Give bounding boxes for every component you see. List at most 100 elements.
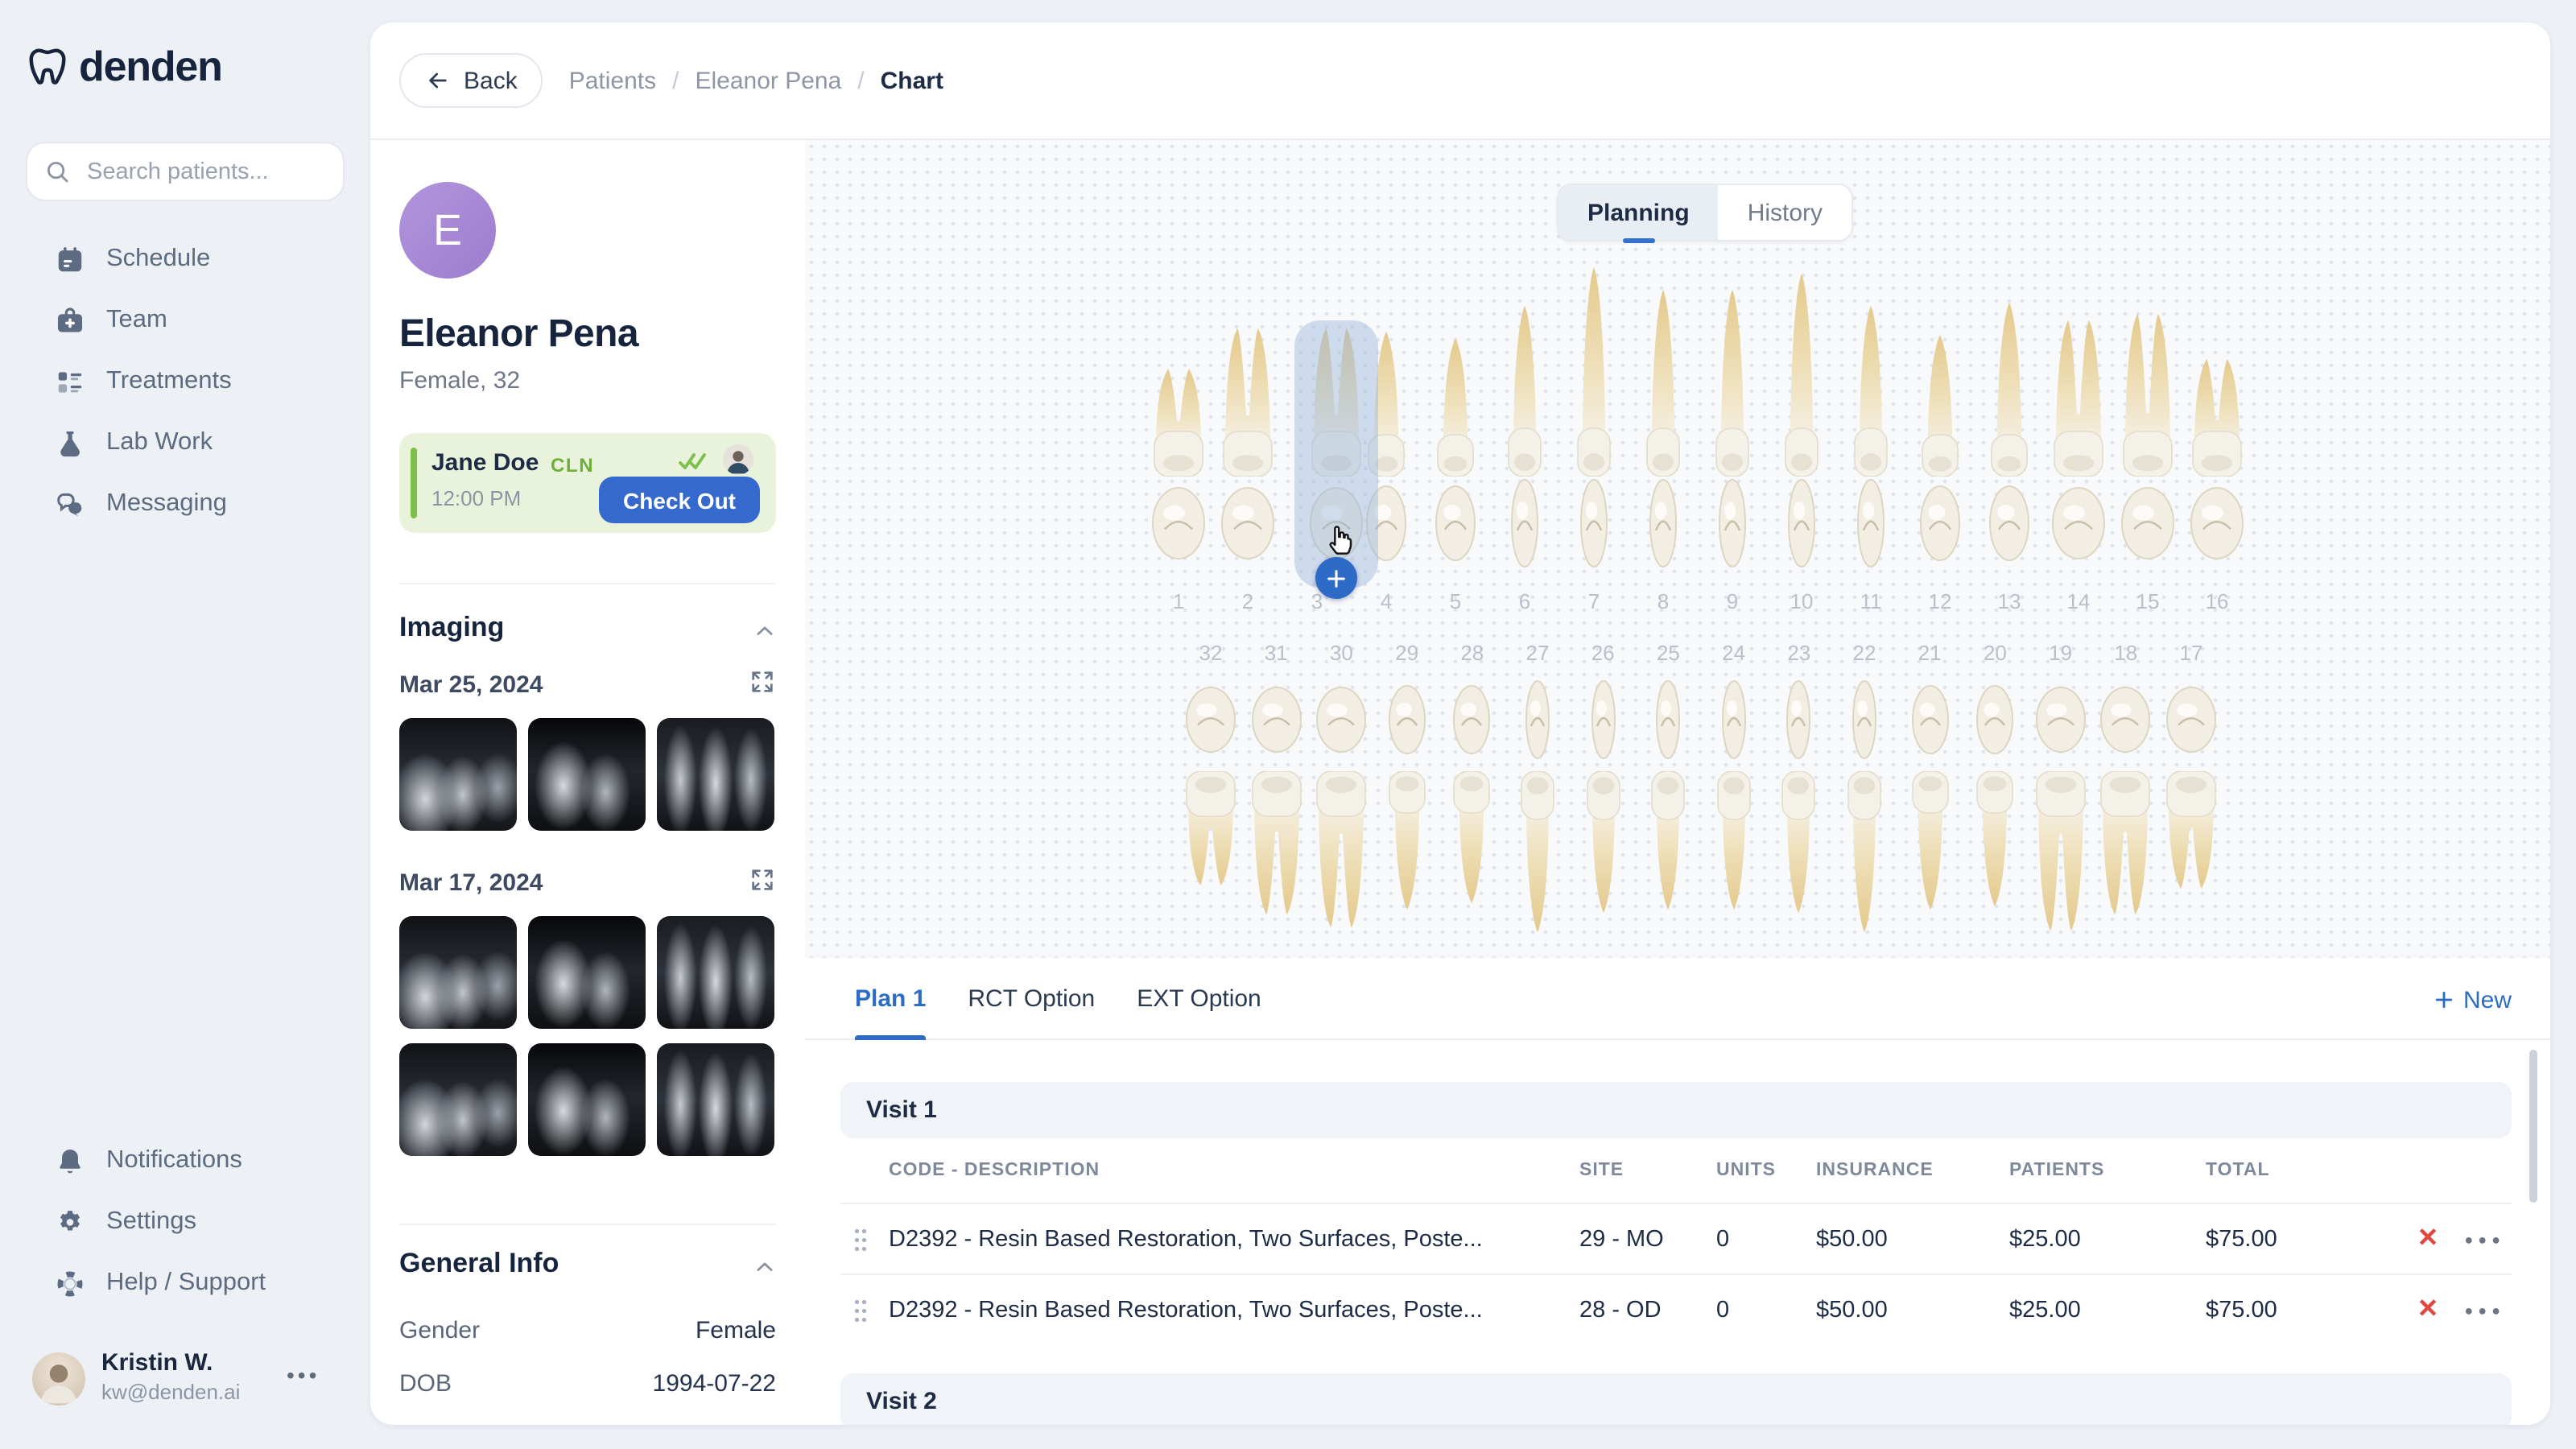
xray-thumbnail[interactable] — [528, 1043, 646, 1156]
appointment-card[interactable]: Jane Doe CLN 12:00 PM Check Out — [399, 433, 776, 533]
visit-header[interactable]: Visit 2 — [840, 1373, 2512, 1425]
tooth-9[interactable] — [1715, 287, 1750, 485]
tooth-13-occlusal[interactable] — [1988, 485, 2030, 570]
tooth-21[interactable] — [1910, 771, 1949, 921]
chart-tab-planning[interactable]: Planning — [1558, 185, 1719, 240]
plan-tab-ext-option[interactable]: EXT Option — [1137, 957, 1261, 1039]
add-procedure-button[interactable] — [1315, 557, 1357, 599]
tooth-11-occlusal[interactable] — [1856, 478, 1885, 576]
chart-tab-history[interactable]: History — [1719, 185, 1852, 240]
tooth-8[interactable] — [1645, 287, 1681, 485]
xray-thumbnail[interactable] — [657, 1043, 774, 1156]
breadcrumb-item[interactable]: Patients — [569, 67, 656, 94]
tooth-30[interactable] — [1315, 771, 1367, 940]
tooth-27[interactable] — [1520, 771, 1555, 943]
tooth-16-occlusal[interactable] — [2190, 486, 2244, 568]
tooth-20-occlusal[interactable] — [1975, 684, 2014, 763]
tooth-2[interactable] — [1222, 324, 1274, 485]
sidebar-item-help-support[interactable]: Help / Support — [0, 1253, 370, 1314]
tooth-29[interactable] — [1388, 771, 1426, 921]
tooth-31[interactable] — [1250, 771, 1302, 927]
sidebar-item-settings[interactable]: Settings — [0, 1191, 370, 1253]
tooth-10-occlusal[interactable] — [1787, 478, 1816, 576]
tooth-26[interactable] — [1585, 771, 1620, 924]
search-input[interactable] — [84, 157, 327, 186]
tooth-18[interactable] — [2100, 771, 2152, 927]
breadcrumb-item[interactable]: Eleanor Pena — [695, 67, 841, 94]
sidebar-item-schedule[interactable]: Schedule — [0, 229, 370, 290]
check-out-button[interactable]: Check Out — [599, 477, 760, 523]
new-plan-button[interactable]: New — [2433, 979, 2512, 1021]
tooth-5[interactable] — [1436, 335, 1475, 485]
tooth-23[interactable] — [1781, 771, 1817, 924]
visit-header[interactable]: Visit 1 — [840, 1082, 2512, 1138]
tooth-1-occlusal[interactable] — [1151, 486, 1206, 568]
tooth-6-occlusal[interactable] — [1510, 478, 1539, 576]
tooth-2-occlusal[interactable] — [1220, 486, 1275, 568]
xray-thumbnail[interactable] — [399, 916, 517, 1029]
xray-thumbnail[interactable] — [528, 718, 646, 831]
general-info-collapse-chevron-icon[interactable] — [753, 1256, 776, 1278]
tooth-25-occlusal[interactable] — [1655, 679, 1681, 768]
expand-icon[interactable] — [749, 668, 776, 696]
tooth-13[interactable] — [1990, 299, 2029, 485]
plan-tab-rct-option[interactable]: RCT Option — [968, 957, 1095, 1039]
tooth-22-occlusal[interactable] — [1852, 679, 1877, 768]
tooth-6[interactable] — [1507, 303, 1542, 485]
tooth-31-occlusal[interactable] — [1250, 686, 1302, 762]
tooth-12[interactable] — [1921, 332, 1959, 485]
sidebar-item-team[interactable]: Team — [0, 290, 370, 351]
tooth-14[interactable] — [2053, 316, 2104, 485]
tooth-19-occlusal[interactable] — [2035, 686, 2087, 762]
sidebar-item-treatments[interactable]: Treatments — [0, 351, 370, 412]
tooth-16[interactable] — [2191, 354, 2243, 485]
tooth-14-occlusal[interactable] — [2051, 486, 2106, 568]
sidebar-item-messaging[interactable]: Messaging — [0, 473, 370, 535]
tooth-23-occlusal[interactable] — [1786, 679, 1812, 768]
delete-row-icon[interactable]: ✕ — [2417, 1297, 2439, 1323]
tooth-28-occlusal[interactable] — [1453, 684, 1492, 763]
drag-handle-icon[interactable] — [853, 1298, 868, 1322]
tooth-29-occlusal[interactable] — [1388, 684, 1426, 763]
user-menu-dots[interactable]: ••• — [287, 1362, 320, 1388]
patient-search[interactable] — [26, 142, 345, 201]
xray-thumbnail[interactable] — [657, 916, 774, 1029]
delete-row-icon[interactable]: ✕ — [2417, 1226, 2439, 1252]
tooth-12-occlusal[interactable] — [1919, 485, 1961, 570]
xray-thumbnail[interactable] — [528, 916, 646, 1029]
tooth-19[interactable] — [2035, 771, 2087, 943]
row-menu-dots[interactable]: ●●● — [2464, 1231, 2505, 1247]
tooth-17[interactable] — [2165, 771, 2217, 902]
user-card[interactable]: Kristin W. kw@denden.ai ••• — [0, 1346, 370, 1423]
tooth-21-occlusal[interactable] — [1910, 684, 1949, 763]
tooth-22[interactable] — [1847, 771, 1882, 943]
sidebar-item-lab-work[interactable]: Lab Work — [0, 412, 370, 473]
tooth-15-occlusal[interactable] — [2120, 486, 2175, 568]
tooth-26-occlusal[interactable] — [1590, 679, 1616, 768]
tooth-20[interactable] — [1975, 771, 2014, 918]
expand-icon[interactable] — [749, 866, 776, 894]
tooth-28[interactable] — [1453, 771, 1492, 914]
back-button[interactable]: Back — [399, 53, 543, 108]
xray-thumbnail[interactable] — [399, 718, 517, 831]
xray-thumbnail[interactable] — [399, 1043, 517, 1156]
vertical-scrollbar[interactable] — [2529, 1050, 2537, 1203]
tooth-17-occlusal[interactable] — [2165, 686, 2217, 762]
tooth-25[interactable] — [1650, 771, 1686, 921]
tooth-24-occlusal[interactable] — [1721, 679, 1747, 768]
drag-handle-icon[interactable] — [853, 1227, 868, 1251]
procedure-row[interactable]: D2392 - Resin Based Restoration, Two Sur… — [840, 1274, 2512, 1344]
tooth-1[interactable] — [1153, 364, 1204, 485]
xray-thumbnail[interactable] — [657, 718, 774, 831]
tooth-8-occlusal[interactable] — [1649, 478, 1678, 576]
sidebar-item-notifications[interactable]: Notifications — [0, 1130, 370, 1191]
tooth-9-occlusal[interactable] — [1718, 478, 1747, 576]
tooth-32-occlusal[interactable] — [1185, 686, 1236, 762]
tooth-5-occlusal[interactable] — [1435, 485, 1476, 570]
tooth-7-occlusal[interactable] — [1579, 478, 1608, 576]
tooth-10[interactable] — [1784, 270, 1819, 485]
tooth-15[interactable] — [2122, 309, 2174, 485]
tooth-11[interactable] — [1853, 303, 1889, 485]
tooth-18-occlusal[interactable] — [2100, 686, 2152, 762]
imaging-collapse-chevron-icon[interactable] — [753, 620, 776, 642]
